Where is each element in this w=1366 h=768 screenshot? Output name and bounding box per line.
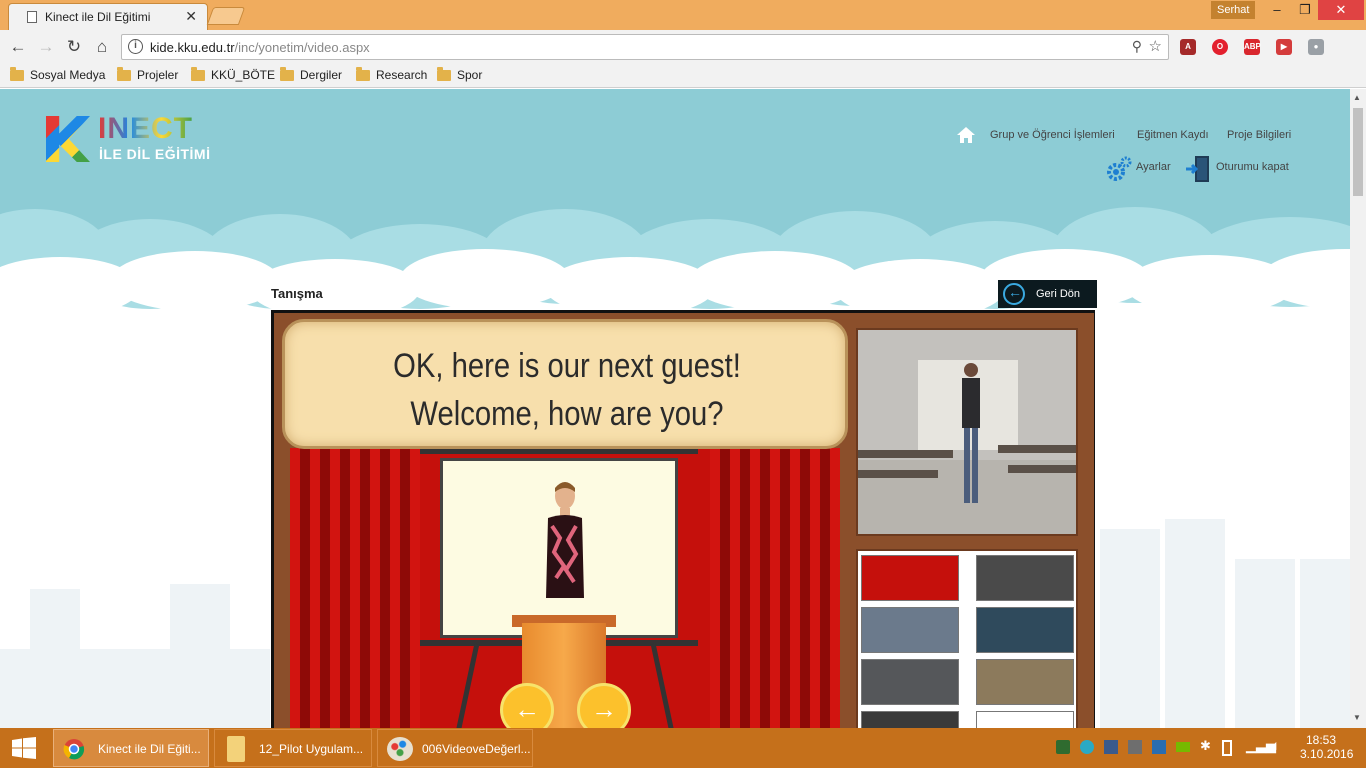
chrome-icon bbox=[63, 739, 85, 760]
game-scene: OK, here is our next guest! Welcome, how… bbox=[274, 313, 1094, 728]
kinect-camera-feed bbox=[856, 328, 1078, 536]
nav-groups-link[interactable]: Grup ve Öğrenci İşlemleri bbox=[990, 129, 1115, 141]
taskbar-item-chrome[interactable]: Kinect ile Dil Eğiti... bbox=[53, 729, 209, 767]
reload-icon[interactable]: ↻ bbox=[64, 37, 84, 57]
extension-icon[interactable]: ● bbox=[1308, 39, 1324, 55]
avatar-character bbox=[546, 482, 584, 598]
tray-app-icon[interactable] bbox=[1128, 740, 1142, 754]
bluetooth-icon[interactable]: ✱ bbox=[1200, 738, 1211, 754]
student-figure bbox=[962, 363, 980, 503]
minimize-button[interactable]: – bbox=[1262, 0, 1292, 20]
bookmark-dergiler[interactable]: Dergiler bbox=[280, 66, 342, 82]
folder-icon bbox=[227, 736, 245, 762]
tray-app-icon[interactable] bbox=[1104, 740, 1118, 754]
home-icon[interactable] bbox=[956, 126, 976, 144]
previous-arrow-button[interactable] bbox=[500, 683, 554, 728]
right-curtain bbox=[710, 448, 840, 728]
bookmark-spor[interactable]: Spor bbox=[437, 66, 482, 82]
skype-icon[interactable] bbox=[1080, 740, 1094, 754]
scene-thumbnail[interactable] bbox=[861, 711, 959, 728]
back-button[interactable]: Geri Dön bbox=[998, 280, 1097, 308]
heart-thumbnail[interactable] bbox=[976, 711, 1074, 728]
tray-app-icon[interactable] bbox=[1152, 740, 1166, 754]
scroll-thumb[interactable] bbox=[1353, 108, 1363, 196]
folder-icon bbox=[191, 66, 205, 81]
page-scrollbar[interactable]: ▲ ▼ bbox=[1350, 89, 1366, 728]
scene-thumbnail[interactable] bbox=[861, 555, 959, 601]
bookmark-kku-bote[interactable]: KKÜ_BÖTE bbox=[191, 66, 275, 82]
url-text[interactable]: kide.kku.edu.tr/inc/yonetim/video.aspx bbox=[150, 40, 370, 55]
bookmarks-bar: Sosyal Medya Projeler KKÜ_BÖTE Dergiler … bbox=[0, 64, 1366, 88]
folder-icon bbox=[280, 66, 294, 81]
nav-logout-link[interactable]: Oturumu kapat bbox=[1216, 161, 1289, 173]
web-page: INECT İLE DİL EĞİTİMİ Grup ve Öğrenci İş… bbox=[0, 89, 1350, 728]
page-title: Tanışma bbox=[271, 286, 323, 301]
close-window-button[interactable]: ✕ bbox=[1318, 0, 1364, 20]
bookmark-star-icon[interactable]: ☆ bbox=[1149, 37, 1162, 55]
home-icon[interactable]: ⌂ bbox=[92, 37, 112, 57]
taskbar-item-folder[interactable]: 12_Pilot Uygulam... bbox=[214, 729, 372, 767]
windows-start-icon[interactable] bbox=[12, 737, 36, 759]
site-info-icon[interactable]: i bbox=[128, 39, 143, 54]
address-bar[interactable]: i kide.kku.edu.tr/inc/yonetim/video.aspx… bbox=[121, 34, 1169, 60]
speech-bubble: OK, here is our next guest! Welcome, how… bbox=[282, 319, 848, 449]
tray-app-icon[interactable] bbox=[1056, 740, 1070, 754]
paint-icon bbox=[387, 737, 413, 761]
browser-tab[interactable]: Kinect ile Dil Eğitimi ✕ bbox=[8, 3, 208, 30]
adblock-icon[interactable]: ABP bbox=[1244, 39, 1261, 55]
clock[interactable]: 18:53 3.10.2016 bbox=[1300, 733, 1353, 761]
forward-icon[interactable]: → bbox=[36, 37, 56, 57]
tab-close-icon[interactable]: ✕ bbox=[185, 8, 197, 25]
page-icon bbox=[27, 11, 37, 23]
scene-thumbnail-panel bbox=[856, 549, 1078, 728]
logo-subtitle: İLE DİL EĞİTİMİ bbox=[99, 146, 211, 162]
profile-button[interactable]: Serhat bbox=[1211, 1, 1256, 19]
scene-thumbnail[interactable] bbox=[861, 607, 959, 653]
speech-text: OK, here is our next guest! Welcome, how… bbox=[393, 347, 741, 433]
gear-icon[interactable] bbox=[1106, 156, 1132, 182]
folder-icon bbox=[356, 66, 370, 81]
folder-icon bbox=[117, 66, 131, 81]
battery-icon[interactable] bbox=[1222, 740, 1232, 756]
nav-project-link[interactable]: Proje Bilgileri bbox=[1227, 129, 1291, 141]
video-download-icon[interactable]: ▶ bbox=[1276, 39, 1292, 55]
scene-thumbnail[interactable] bbox=[976, 659, 1074, 705]
volume-icon[interactable]: 🔈︎ bbox=[1272, 737, 1280, 754]
browser-toolbar: ← → ↻ ⌂ i kide.kku.edu.tr/inc/yonetim/vi… bbox=[0, 30, 1366, 91]
stage-scene bbox=[290, 448, 840, 728]
logout-icon[interactable] bbox=[1185, 155, 1211, 183]
scene-thumbnail[interactable] bbox=[976, 607, 1074, 653]
taskbar-item-paint[interactable]: 006VideoveDeğerl... bbox=[377, 729, 533, 767]
bookmark-sosyal-medya[interactable]: Sosyal Medya bbox=[10, 66, 105, 82]
next-arrow-button[interactable] bbox=[577, 683, 631, 728]
nav-trainer-link[interactable]: Eğitmen Kaydı bbox=[1137, 129, 1209, 141]
back-icon[interactable]: ← bbox=[8, 37, 28, 57]
nvidia-icon[interactable] bbox=[1176, 742, 1190, 752]
restore-button[interactable]: ❐ bbox=[1290, 0, 1320, 20]
nav-settings-link[interactable]: Ayarlar bbox=[1136, 161, 1171, 173]
pdf-icon[interactable]: A bbox=[1180, 39, 1196, 55]
left-curtain bbox=[290, 448, 420, 728]
new-tab-button[interactable] bbox=[206, 7, 246, 25]
opera-icon[interactable]: O bbox=[1212, 39, 1228, 55]
scene-thumbnail[interactable] bbox=[976, 555, 1074, 601]
logo-text: INECT bbox=[98, 112, 193, 145]
browser-titlebar: Kinect ile Dil Eğitimi ✕ Serhat – ❐ ✕ bbox=[0, 0, 1366, 30]
scene-thumbnail[interactable] bbox=[861, 659, 959, 705]
folder-icon bbox=[10, 66, 24, 81]
scroll-up-icon[interactable]: ▲ bbox=[1353, 93, 1361, 102]
folder-icon bbox=[437, 66, 451, 81]
scroll-down-icon[interactable]: ▼ bbox=[1353, 713, 1361, 722]
bookmark-research[interactable]: Research bbox=[356, 66, 427, 82]
taskbar: Kinect ile Dil Eğiti... 12_Pilot Uygulam… bbox=[0, 728, 1366, 768]
bookmark-projeler[interactable]: Projeler bbox=[117, 66, 178, 82]
tab-title: Kinect ile Dil Eğitimi bbox=[45, 10, 151, 24]
zoom-icon[interactable]: ⚲ bbox=[1132, 38, 1142, 55]
arrow-left-icon bbox=[1003, 283, 1025, 305]
game-viewport[interactable]: OK, here is our next guest! Welcome, how… bbox=[271, 310, 1095, 728]
